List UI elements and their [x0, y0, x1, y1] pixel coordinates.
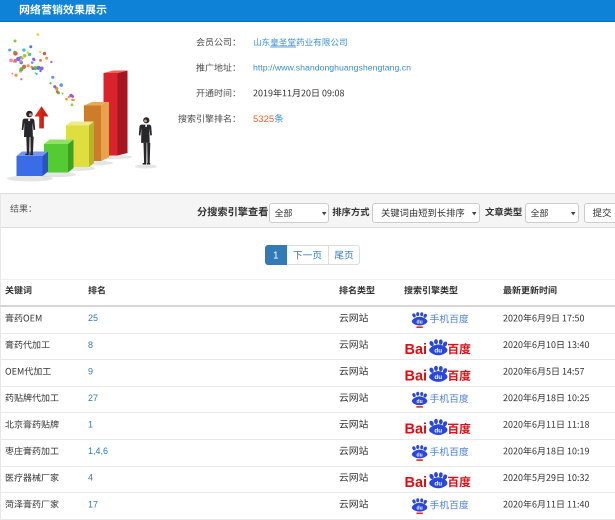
svg-text:Bai: Bai: [405, 475, 428, 491]
svg-text:Bai: Bai: [405, 342, 428, 358]
svg-text:25: 25: [88, 313, 98, 323]
svg-text:du: du: [434, 481, 442, 488]
svg-text:4: 4: [88, 473, 93, 483]
svg-text:1: 1: [273, 251, 279, 262]
svg-text:8: 8: [88, 340, 93, 350]
svg-text:du: du: [434, 374, 442, 381]
svg-text:Bai: Bai: [405, 369, 428, 385]
svg-text:9: 9: [88, 366, 93, 376]
svg-text:1,4,6: 1,4,6: [88, 446, 108, 456]
svg-text:du: du: [417, 399, 423, 405]
svg-text:du: du: [417, 506, 423, 512]
svg-text:5325: 5325: [253, 114, 274, 125]
svg-text:du: du: [434, 427, 442, 434]
svg-text:du: du: [434, 348, 442, 355]
svg-text:Bai: Bai: [405, 422, 428, 438]
svg-text:du: du: [417, 452, 423, 458]
svg-text:1: 1: [88, 420, 93, 430]
svg-text:17: 17: [88, 499, 98, 509]
svg-text:http://www.shandonghuangshengt: http://www.shandonghuangshengtang.cn: [253, 63, 411, 73]
svg-text:27: 27: [88, 393, 98, 403]
svg-text:du: du: [417, 320, 423, 326]
